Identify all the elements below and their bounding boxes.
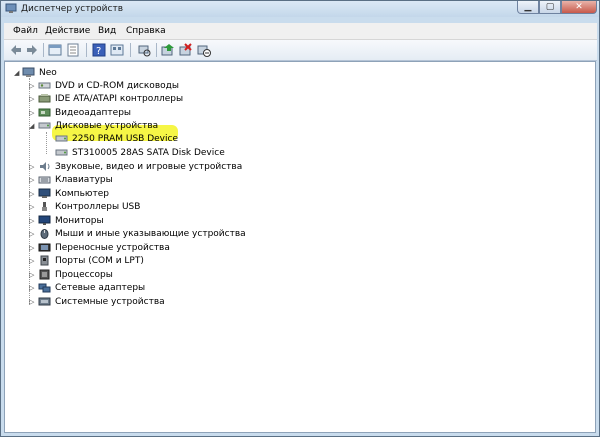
device-st310005[interactable]: ST310005 28AS SATA Disk Device xyxy=(55,146,225,159)
expand-icon[interactable]: ▷ xyxy=(29,109,34,117)
uninstall-icon[interactable] xyxy=(179,43,193,57)
port-icon xyxy=(40,255,49,266)
minimize-button[interactable]: ▁ xyxy=(517,1,539,14)
category-ports[interactable]: Порты (COM и LPT) xyxy=(38,254,144,267)
back-icon[interactable] xyxy=(9,43,23,57)
category-sound[interactable]: Звуковые, видео и игровые устройства xyxy=(38,160,242,173)
category-processors[interactable]: Процессоры xyxy=(38,268,113,281)
tree-root-neo[interactable]: Neo xyxy=(22,66,57,79)
expand-icon[interactable]: ▷ xyxy=(29,217,34,225)
dvd-drive-icon xyxy=(38,82,51,89)
computer-icon xyxy=(22,67,35,77)
usb-icon xyxy=(42,202,47,211)
disk-drive-icon xyxy=(38,122,51,129)
expand-icon[interactable]: ▷ xyxy=(29,95,34,103)
menu-help[interactable]: Справка xyxy=(126,26,166,36)
menu-file[interactable]: Файл xyxy=(13,26,38,36)
device-tree-panel[interactable]: ◢ Neo ▷ DVD и CD-ROM дисководы ▷ IDE ATA… xyxy=(4,61,596,433)
category-system[interactable]: Системные устройства xyxy=(38,295,165,308)
category-portable[interactable]: Переносные устройства xyxy=(38,241,170,254)
keyboard-icon xyxy=(38,176,51,184)
category-mice[interactable]: Мыши и иные указывающие устройства xyxy=(38,227,246,240)
menu-action[interactable]: Действие xyxy=(45,26,90,36)
disk-drive-icon xyxy=(55,149,68,156)
close-button[interactable]: ✕ xyxy=(561,1,597,14)
display-adapter-icon xyxy=(38,108,51,117)
sound-icon xyxy=(40,162,50,171)
category-disk-drives[interactable]: Дисковые устройства xyxy=(38,119,158,132)
forward-icon[interactable] xyxy=(25,43,39,57)
processor-icon xyxy=(39,269,50,280)
expand-icon[interactable]: ▷ xyxy=(29,257,34,265)
category-monitors[interactable]: Мониторы xyxy=(38,214,104,227)
category-usb[interactable]: Контроллеры USB xyxy=(38,200,140,213)
properties-icon[interactable] xyxy=(66,43,80,57)
expand-icon[interactable]: ▷ xyxy=(29,244,34,252)
portable-device-icon xyxy=(38,243,51,252)
toolbar: ? xyxy=(4,40,597,61)
category-ide[interactable]: IDE ATA/ATAPI контроллеры xyxy=(38,92,183,105)
maximize-icon: ▢ xyxy=(545,2,555,12)
expand-icon[interactable]: ▷ xyxy=(29,298,34,306)
svg-text:?: ? xyxy=(96,46,101,57)
network-adapter-icon xyxy=(38,283,51,293)
category-dvd[interactable]: DVD и CD-ROM дисководы xyxy=(38,79,179,92)
expand-icon[interactable]: ▷ xyxy=(29,190,34,198)
menu-bar: Файл Действие Вид Справка xyxy=(4,23,597,40)
category-video[interactable]: Видеоадаптеры xyxy=(38,106,131,119)
category-computer[interactable]: Компьютер xyxy=(38,187,109,200)
menu-view[interactable]: Вид xyxy=(98,26,116,36)
device-manager-icon xyxy=(5,3,17,13)
monitor-icon xyxy=(38,215,51,225)
expand-icon[interactable]: ▷ xyxy=(29,163,34,171)
expand-icon[interactable]: ▷ xyxy=(29,284,34,292)
disable-icon[interactable] xyxy=(197,43,211,57)
help-icon[interactable]: ? xyxy=(92,43,106,57)
expand-icon[interactable]: ▷ xyxy=(29,230,34,238)
view-icon[interactable] xyxy=(110,43,124,57)
computer-icon xyxy=(38,188,51,198)
update-driver-icon[interactable] xyxy=(161,43,175,57)
minimize-icon: ▁ xyxy=(524,2,532,12)
system-device-icon xyxy=(38,297,51,306)
mouse-icon xyxy=(40,229,49,239)
ide-controller-icon xyxy=(38,94,51,103)
category-keyboards[interactable]: Клавиатуры xyxy=(38,173,113,186)
disk-drive-icon xyxy=(55,135,68,142)
close-icon: ✕ xyxy=(575,2,583,12)
window-title: Диспетчер устройств xyxy=(21,4,124,14)
expand-icon[interactable]: ▷ xyxy=(29,203,34,211)
category-network[interactable]: Сетевые адаптеры xyxy=(38,281,145,294)
maximize-button[interactable]: ▢ xyxy=(539,1,561,14)
collapse-icon[interactable]: ◢ xyxy=(29,122,34,130)
expand-icon[interactable]: ▷ xyxy=(29,176,34,184)
title-bar[interactable]: Диспетчер устройств ▁ ▢ ✕ xyxy=(1,1,599,17)
device-manager-window: Диспетчер устройств ▁ ▢ ✕ Файл Действие … xyxy=(0,0,600,437)
scan-icon[interactable] xyxy=(137,43,151,57)
device-2250-pram[interactable]: 2250 PRAM USB Device xyxy=(55,132,178,145)
expand-icon[interactable]: ▷ xyxy=(29,271,34,279)
expand-icon[interactable]: ▷ xyxy=(29,82,34,90)
collapse-icon[interactable]: ◢ xyxy=(14,69,19,77)
up-icon[interactable] xyxy=(48,43,62,57)
